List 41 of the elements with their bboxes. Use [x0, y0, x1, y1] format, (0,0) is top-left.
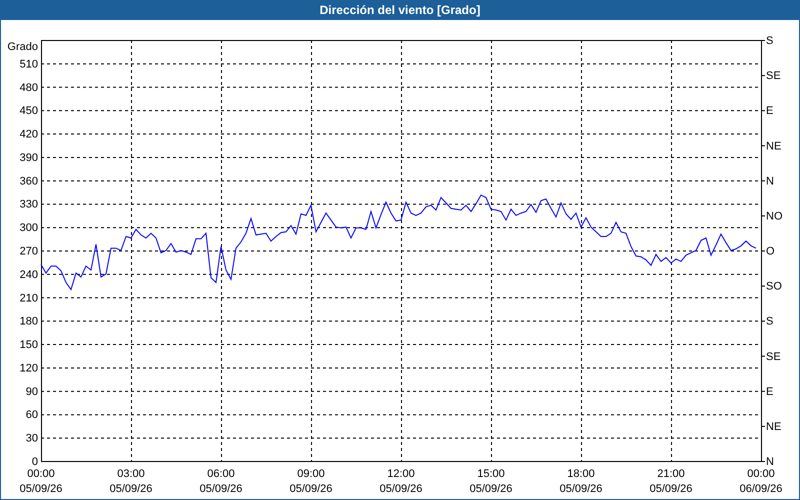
- y-tick-label: 510: [20, 58, 38, 70]
- y-tick-label: 120: [20, 362, 38, 374]
- compass-label: E: [766, 386, 774, 398]
- y-tick-label: 60: [26, 409, 38, 422]
- x-tick-label: 09:00 05/09/26: [290, 468, 332, 495]
- y-tick-label: 360: [20, 175, 38, 188]
- compass-label: SE: [766, 350, 781, 363]
- compass-label: NO: [766, 210, 782, 222]
- y-tick-label: 90: [26, 386, 38, 398]
- compass-label: SO: [766, 280, 782, 293]
- y-tick-label: 330: [20, 198, 38, 211]
- y-tick-label: 300: [20, 222, 38, 234]
- y-tick-label: 390: [20, 152, 38, 164]
- y-tick-label: 420: [20, 128, 38, 141]
- y-tick-label: 450: [20, 105, 38, 118]
- x-tick-label: 00:00 05/09/26: [20, 468, 62, 495]
- y-tick-label: 150: [20, 339, 38, 352]
- y-tick-label: 30: [26, 432, 38, 445]
- x-tick-label: 21:00 05/09/26: [650, 468, 692, 495]
- x-tick-label: 15:00 05/09/26: [470, 468, 512, 495]
- compass-label: S: [766, 316, 774, 328]
- y-tick-label: 210: [20, 292, 38, 304]
- compass-label: N: [766, 175, 774, 188]
- compass-label: S: [766, 35, 774, 47]
- compass-label: N: [766, 456, 774, 468]
- x-tick-label: 18:00 05/09/26: [560, 468, 602, 495]
- compass-label: NE: [766, 140, 782, 152]
- compass-label: O: [766, 246, 775, 258]
- y-tick-label: 180: [20, 316, 38, 328]
- x-tick-label: 03:00 05/09/26: [110, 468, 152, 495]
- compass-label: NE: [766, 420, 782, 433]
- x-tick-label: 06:00 05/09/26: [200, 468, 242, 495]
- y-tick-label: 270: [20, 246, 38, 258]
- y-tick-label: 480: [20, 82, 38, 94]
- y-axis-label: Grado: [7, 41, 38, 53]
- compass-label: E: [766, 105, 774, 118]
- compass-label: SE: [766, 70, 781, 82]
- y-tick-label: 240: [20, 268, 38, 281]
- x-tick-label: 12:00 05/09/26: [380, 468, 422, 495]
- x-tick-label: 00:00 06/09/26: [740, 468, 782, 495]
- y-tick-label: 0: [32, 456, 38, 468]
